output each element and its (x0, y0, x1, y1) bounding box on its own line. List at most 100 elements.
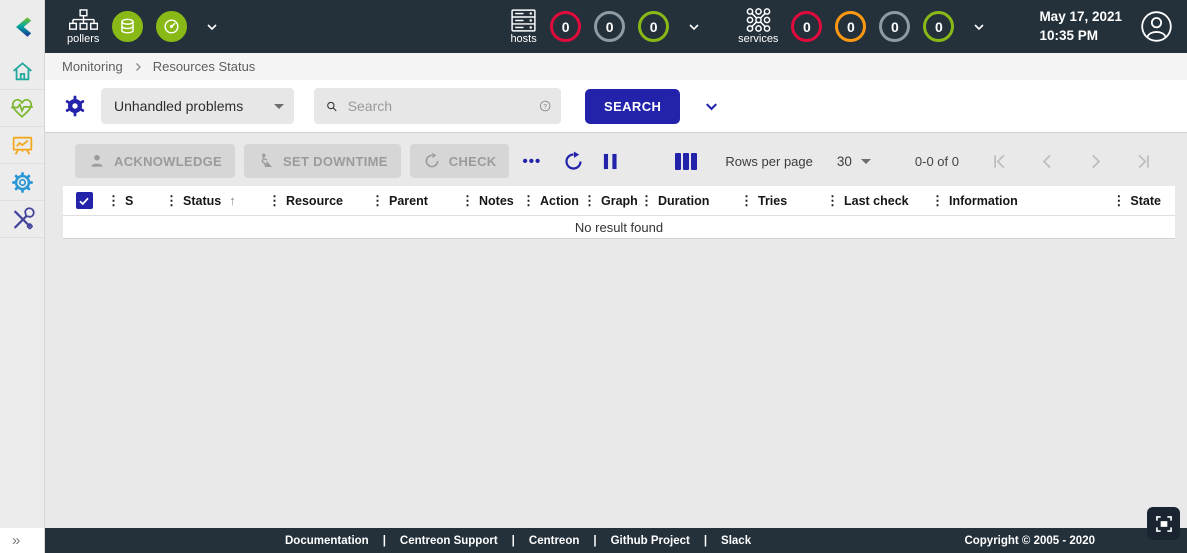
next-page-button[interactable] (1071, 151, 1119, 172)
sidebar-item-monitoring[interactable] (0, 90, 44, 127)
help-icon[interactable]: ? (539, 96, 551, 116)
drag-handle-icon[interactable]: ⋮ (461, 194, 474, 207)
rows-per-page-value: 30 (837, 154, 852, 169)
drag-handle-icon[interactable]: ⋮ (522, 194, 535, 207)
column-label: Duration (658, 194, 709, 208)
drag-handle-icon[interactable]: ⋮ (107, 194, 120, 207)
sidebar-item-administration[interactable] (0, 201, 44, 238)
column-header-severity[interactable]: ⋮ S (105, 194, 163, 208)
rows-per-page-select[interactable]: 30 (837, 154, 871, 169)
footer-link-centreon[interactable]: Centreon (515, 535, 593, 547)
footer-link-github-project[interactable]: Github Project (597, 535, 704, 547)
drag-handle-icon[interactable]: ⋮ (583, 194, 596, 207)
previous-page-button[interactable] (1023, 151, 1071, 172)
last-page-button[interactable] (1119, 151, 1167, 172)
heartbeat-icon (9, 95, 35, 121)
clock-time: 10:35 PM (1039, 27, 1122, 45)
column-header-resource[interactable]: ⋮ Resource (266, 194, 369, 208)
column-header-duration[interactable]: ⋮ Duration (638, 194, 738, 208)
refresh-icon (563, 151, 584, 172)
filter-preset-select[interactable]: Unhandled problems (101, 88, 294, 124)
column-header-action[interactable]: ⋮ Action (520, 194, 581, 208)
column-header-notes[interactable]: ⋮ Notes (459, 194, 520, 208)
resources-table: ⋮ S ⋮ Status ↑ ⋮ Resource ⋮ Parent ⋮ (63, 186, 1175, 239)
sidebar-expand-button[interactable]: » (0, 528, 44, 553)
set-downtime-button[interactable]: SET DOWNTIME (244, 144, 401, 178)
sort-asc-icon[interactable]: ↑ (229, 193, 236, 208)
centreon-app: » pollers (0, 0, 1187, 553)
acknowledge-button[interactable]: ACKNOWLEDGE (75, 144, 235, 178)
drag-handle-icon[interactable]: ⋮ (1112, 194, 1125, 207)
services-ok-count[interactable]: 0 (923, 11, 954, 42)
first-page-button[interactable] (975, 151, 1023, 172)
pollers-chevron-icon[interactable] (204, 19, 220, 35)
column-header-status[interactable]: ⋮ Status ↑ (163, 193, 266, 208)
footer-link-slack[interactable]: Slack (707, 535, 765, 547)
column-settings-button[interactable] (675, 153, 697, 170)
content-area: ACKNOWLEDGE SET DOWNTIME CHECK ••• (45, 133, 1187, 239)
user-avatar[interactable] (1140, 10, 1173, 43)
filter-settings-gear-icon[interactable] (63, 94, 87, 118)
sidebar-item-home[interactable] (0, 53, 44, 90)
breadcrumb-resources-status[interactable]: Resources Status (153, 59, 256, 74)
actions-toolbar: ACKNOWLEDGE SET DOWNTIME CHECK ••• (45, 133, 1187, 178)
more-actions-button[interactable]: ••• (522, 153, 541, 170)
centreon-logo-icon (9, 14, 35, 40)
column-label: Action (540, 194, 579, 208)
drag-handle-icon[interactable]: ⋮ (371, 194, 384, 207)
column-label: State (1130, 194, 1161, 208)
poller-database-status[interactable] (112, 11, 143, 42)
breadcrumb-monitoring[interactable]: Monitoring (62, 59, 123, 74)
svg-text:?: ? (543, 103, 547, 110)
column-label: Information (949, 194, 1018, 208)
refresh-button[interactable] (563, 151, 584, 172)
search-input[interactable] (348, 98, 529, 114)
pause-icon (602, 152, 619, 171)
pollers-group[interactable]: pollers (67, 9, 220, 45)
column-header-graph[interactable]: ⋮ Graph (581, 194, 638, 208)
services-icon-stack: services (738, 8, 778, 45)
drag-handle-icon[interactable]: ⋮ (165, 194, 178, 207)
pollers-icon (69, 9, 98, 32)
acknowledge-label: ACKNOWLEDGE (114, 154, 222, 169)
breadcrumb-separator-icon (132, 61, 144, 73)
fullscreen-button[interactable] (1147, 507, 1180, 540)
drag-handle-icon[interactable]: ⋮ (931, 194, 944, 207)
fullscreen-icon (1154, 514, 1174, 534)
column-header-last-check[interactable]: ⋮ Last check (824, 194, 929, 208)
copyright: Copyright © 2005 - 2020 (964, 535, 1095, 547)
hosts-unreachable-count[interactable]: 0 (594, 11, 625, 42)
drag-handle-icon[interactable]: ⋮ (826, 194, 839, 207)
sidebar-item-reporting[interactable] (0, 127, 44, 164)
footer-link-centreon-support[interactable]: Centreon Support (386, 535, 512, 547)
footer-link-documentation[interactable]: Documentation (271, 535, 383, 547)
drag-handle-icon[interactable]: ⋮ (640, 194, 653, 207)
column-label: Resource (286, 194, 343, 208)
check-button[interactable]: CHECK (410, 144, 510, 178)
services-label: services (738, 33, 778, 45)
drag-handle-icon[interactable]: ⋮ (268, 194, 281, 207)
services-unknown-count[interactable]: 0 (879, 11, 910, 42)
column-header-tries[interactable]: ⋮ Tries (738, 194, 824, 208)
services-warning-count[interactable]: 0 (835, 11, 866, 42)
filter-expand-chevron-icon[interactable] (702, 97, 721, 116)
breadcrumb: Monitoring Resources Status (45, 53, 1187, 80)
select-all-checkbox[interactable] (76, 192, 93, 209)
services-critical-count[interactable]: 0 (791, 11, 822, 42)
services-chevron-icon[interactable] (971, 19, 987, 35)
clock: May 17, 2021 10:35 PM (1039, 8, 1122, 44)
hosts-down-count[interactable]: 0 (550, 11, 581, 42)
centreon-logo[interactable] (0, 0, 44, 53)
hosts-up-count[interactable]: 0 (638, 11, 669, 42)
column-header-parent[interactable]: ⋮ Parent (369, 194, 459, 208)
hosts-chevron-icon[interactable] (686, 19, 702, 35)
column-header-state[interactable]: ⋮ State (1110, 194, 1175, 208)
set-downtime-label: SET DOWNTIME (283, 154, 388, 169)
search-button[interactable]: SEARCH (585, 89, 680, 124)
drag-handle-icon[interactable]: ⋮ (740, 194, 753, 207)
sidebar-item-configuration[interactable] (0, 164, 44, 201)
empty-result-message: No result found (575, 220, 663, 235)
column-header-information[interactable]: ⋮ Information (929, 194, 1110, 208)
pause-refresh-button[interactable] (602, 152, 619, 171)
poller-latency-status[interactable] (156, 11, 187, 42)
